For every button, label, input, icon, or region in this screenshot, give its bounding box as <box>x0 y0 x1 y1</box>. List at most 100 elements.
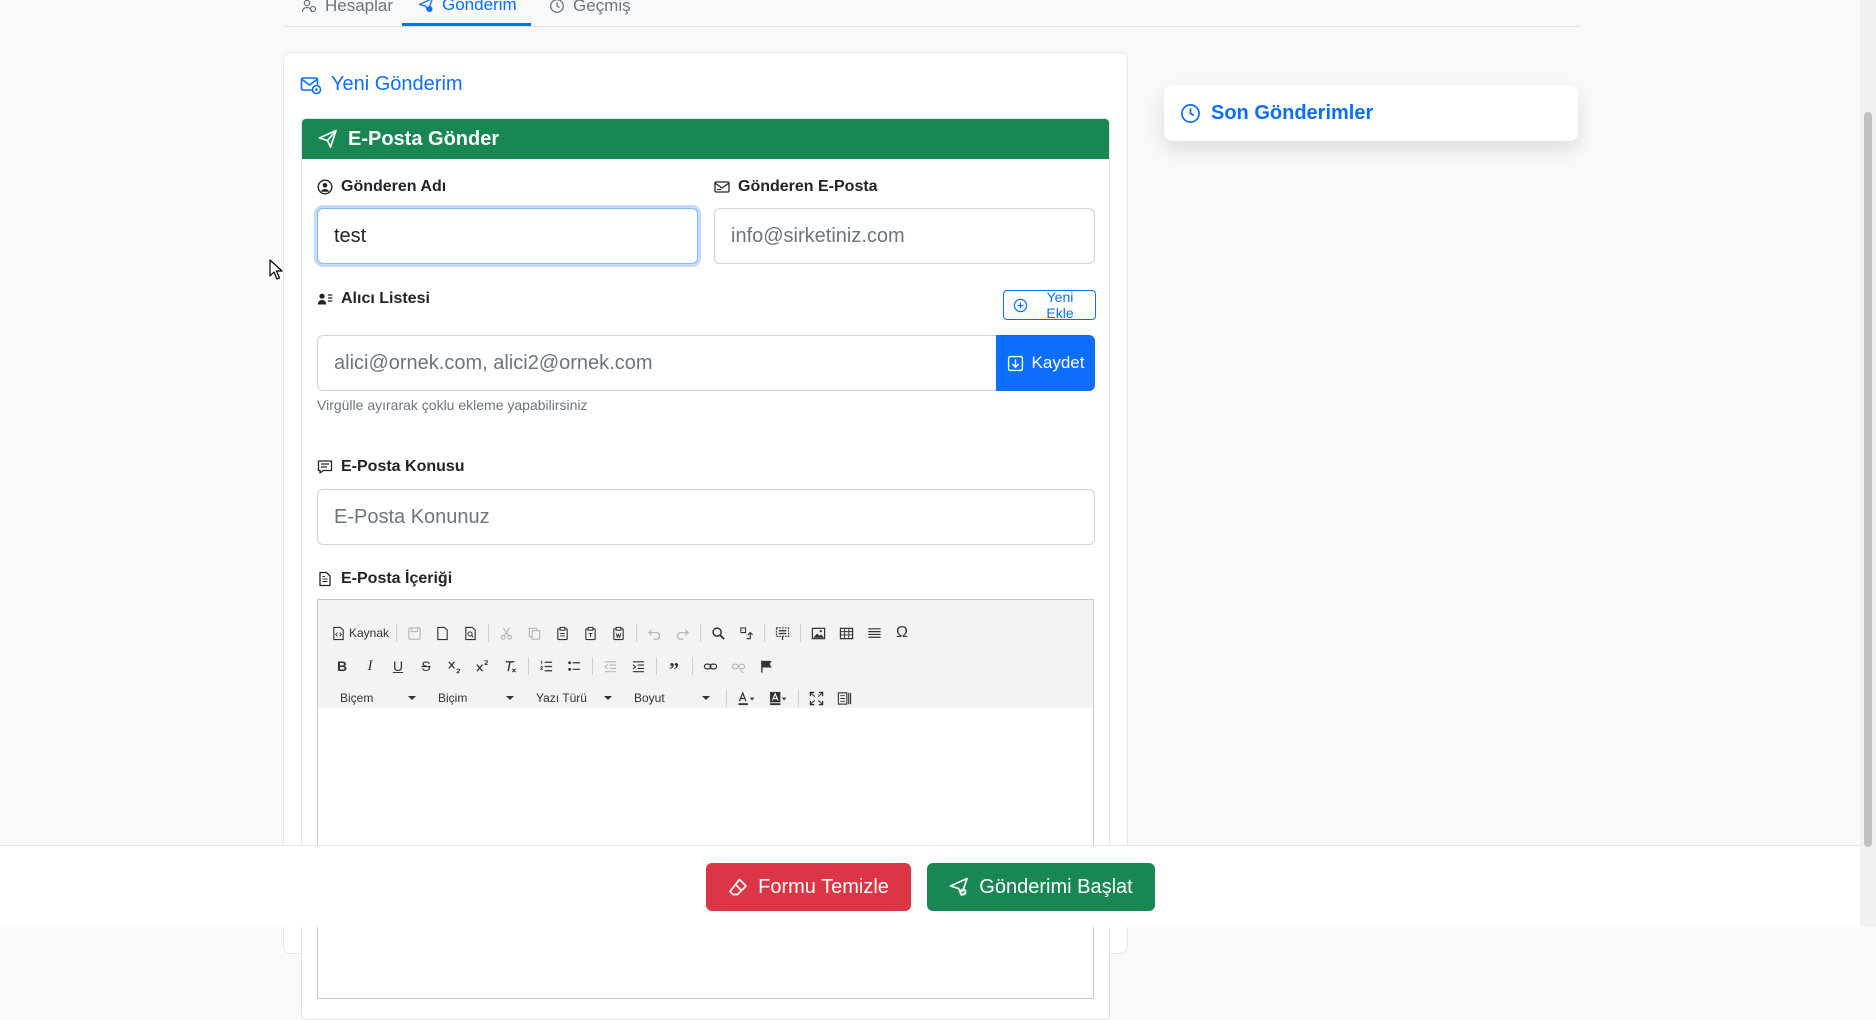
font-combo[interactable]: Yazı Türü <box>528 687 618 709</box>
toolbar-separator <box>488 624 489 642</box>
tab-gecmis[interactable]: Geçmiş <box>533 0 647 26</box>
recipients-help-text: Virgülle ayırarak çoklu ekleme yapabilir… <box>317 397 588 413</box>
toolbar-row-2: B I U S ” <box>330 650 782 682</box>
combo-label: Yazı Türü <box>536 691 587 705</box>
style-combo[interactable]: Biçem <box>332 687 422 709</box>
cut-icon[interactable] <box>494 621 518 645</box>
nav-tabs: Hesaplar Gönderim Geçmiş <box>283 0 1579 27</box>
tab-gonderim[interactable]: Gönderim <box>402 0 531 26</box>
find-icon[interactable] <box>706 621 730 645</box>
tab-label: Hesaplar <box>325 0 394 15</box>
button-label: Formu Temizle <box>758 875 889 898</box>
subject-label: E-Posta Konusu <box>317 458 465 476</box>
add-new-recipient-button[interactable]: Yeni Ekle <box>1003 289 1096 321</box>
page-title-text: Yeni Gönderim <box>331 73 463 95</box>
new-page-icon[interactable] <box>430 621 454 645</box>
eraser-icon <box>728 877 748 897</box>
mouse-cursor-icon <box>269 259 285 281</box>
sender-name-input[interactable] <box>317 208 698 264</box>
file-text-icon <box>317 571 333 587</box>
toolbar-separator <box>726 689 727 707</box>
tab-hesaplar[interactable]: Hesaplar <box>285 0 409 26</box>
bold-icon[interactable]: B <box>330 654 354 678</box>
select-all-icon[interactable] <box>770 621 794 645</box>
indent-icon[interactable] <box>626 654 650 678</box>
toolbar-separator <box>592 657 593 675</box>
combo-label: Biçem <box>340 691 374 705</box>
blockquote-icon[interactable]: ” <box>662 650 686 682</box>
sender-email-input[interactable] <box>714 208 1095 264</box>
button-label: Kaydet <box>1031 353 1085 372</box>
page-title: Yeni Gönderim <box>300 73 463 96</box>
maximize-icon[interactable] <box>804 686 828 710</box>
copy-icon[interactable] <box>522 621 546 645</box>
combo-label: Biçim <box>438 691 468 705</box>
tab-label: Gönderim <box>442 0 517 14</box>
recent-sends-card: Son Gönderimler <box>1164 85 1578 141</box>
toolbar-separator <box>396 624 397 642</box>
subscript-icon[interactable] <box>442 654 466 678</box>
table-icon[interactable] <box>834 621 858 645</box>
horizontal-line-icon[interactable] <box>862 621 886 645</box>
background-color-icon[interactable] <box>764 686 792 710</box>
page-scrollbar[interactable] <box>1860 0 1876 926</box>
underline-icon[interactable]: U <box>386 654 410 678</box>
toolbar-separator <box>800 624 801 642</box>
toolbar-separator <box>764 624 765 642</box>
send-icon <box>318 129 338 149</box>
tab-label: Geçmiş <box>573 0 631 15</box>
numbered-list-icon[interactable] <box>534 654 558 678</box>
size-combo[interactable]: Boyut <box>626 687 716 709</box>
format-combo[interactable]: Biçim <box>430 687 520 709</box>
replace-icon[interactable] <box>734 621 758 645</box>
save-recipients-button[interactable]: Kaydet <box>996 335 1095 391</box>
paste-word-icon[interactable] <box>606 621 630 645</box>
toolbar-separator <box>528 657 529 675</box>
toolbar-separator <box>656 657 657 675</box>
anchor-flag-icon[interactable] <box>754 654 778 678</box>
preview-icon[interactable] <box>458 621 482 645</box>
envelope-gear-icon <box>300 74 322 96</box>
sender-name-label: Gönderen Adı <box>317 178 446 196</box>
users-icon <box>301 0 317 14</box>
chevron-down-icon <box>408 696 416 700</box>
paste-text-icon[interactable] <box>578 621 602 645</box>
bullet-list-icon[interactable] <box>562 654 586 678</box>
undo-icon[interactable] <box>642 621 666 645</box>
recipients-input[interactable] <box>317 335 997 391</box>
remove-format-icon[interactable] <box>498 654 522 678</box>
chevron-down-icon <box>506 696 514 700</box>
combo-label: Boyut <box>634 691 665 705</box>
redo-icon[interactable] <box>670 621 694 645</box>
show-blocks-icon[interactable] <box>832 686 856 710</box>
email-card-header: E-Posta Gönder <box>302 119 1109 159</box>
outdent-icon[interactable] <box>598 654 622 678</box>
email-card-title: E-Posta Gönder <box>348 127 500 150</box>
content-label: E-Posta İçeriği <box>317 570 452 588</box>
save-doc-icon[interactable] <box>402 621 426 645</box>
scrollbar-thumb[interactable] <box>1864 112 1872 847</box>
label-text: Gönderen E-Posta <box>738 178 878 195</box>
text-color-icon[interactable] <box>732 686 760 710</box>
start-sending-button[interactable]: Gönderimi Başlat <box>927 863 1155 911</box>
download-icon <box>1007 355 1024 372</box>
link-icon[interactable] <box>698 654 722 678</box>
toolbar-separator <box>636 624 637 642</box>
user-list-icon <box>317 291 333 307</box>
footer-action-bar: Formu Temizle Gönderimi Başlat <box>0 845 1860 927</box>
subject-input[interactable] <box>317 489 1095 545</box>
special-char-icon[interactable]: Ω <box>890 621 914 645</box>
paste-icon[interactable] <box>550 621 574 645</box>
superscript-icon[interactable] <box>470 654 494 678</box>
label-text: Alıcı Listesi <box>341 290 430 307</box>
message-icon <box>317 459 333 475</box>
toolbar-separator <box>692 657 693 675</box>
strikethrough-icon[interactable]: S <box>414 654 438 678</box>
clear-form-button[interactable]: Formu Temizle <box>706 863 911 911</box>
sender-email-label: Gönderen E-Posta <box>714 178 878 196</box>
source-button[interactable]: Kaynak <box>330 621 390 645</box>
italic-icon[interactable]: I <box>358 654 382 678</box>
toolbar-row-1: Kaynak Ω <box>330 620 918 646</box>
unlink-icon[interactable] <box>726 654 750 678</box>
image-icon[interactable] <box>806 621 830 645</box>
